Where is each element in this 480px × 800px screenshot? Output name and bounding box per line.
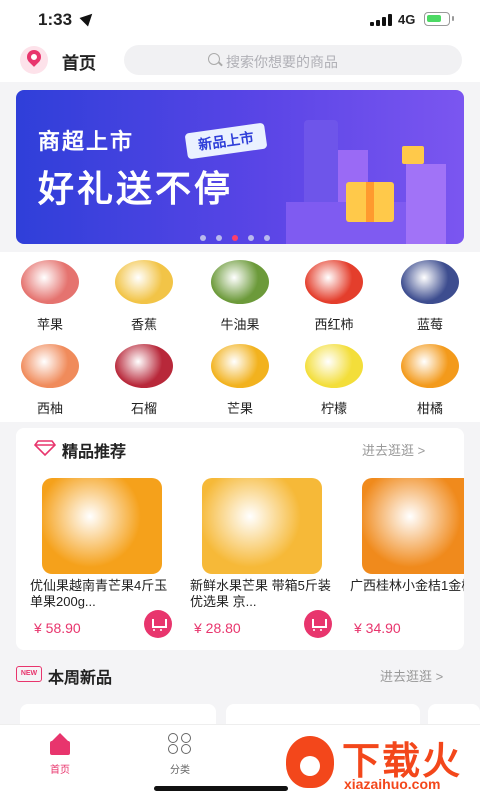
network-type: 4G [398, 12, 416, 27]
lemon-icon [305, 344, 363, 388]
category-label: 西柚 [36, 401, 63, 416]
category-label: 西红柿 [314, 317, 354, 332]
carousel-dot[interactable] [264, 235, 270, 241]
category-label: 蓝莓 [416, 317, 443, 332]
product-price: ¥ 58.90 [34, 620, 81, 636]
apple-icon [21, 260, 79, 304]
promo-banner[interactable]: 商超上市 新品上市 好礼送不停 [16, 90, 464, 244]
search-placeholder: 搜索你想要的商品 [226, 54, 338, 70]
blueberry-icon [401, 260, 459, 304]
product-name: 新鲜水果芒果 带箱5斤装优选果 京... [190, 578, 331, 609]
category-pomegranate[interactable]: 石榴 [98, 344, 190, 417]
battery-icon [424, 12, 454, 26]
gift-box-icon [402, 146, 424, 164]
product-card[interactable] [226, 704, 420, 724]
category-label: 芒果 [226, 401, 253, 416]
category-label: 柠檬 [320, 401, 347, 416]
tab-category[interactable]: 分类 [150, 733, 210, 776]
flame-icon [286, 736, 334, 788]
category-label: 苹果 [36, 317, 63, 332]
product-card[interactable] [428, 704, 480, 724]
mango-icon [211, 344, 269, 388]
category-lemon[interactable]: 柠檬 [288, 344, 380, 417]
product-price: ¥ 28.80 [194, 620, 241, 636]
carousel-dot[interactable] [216, 235, 222, 241]
category-tangerine[interactable]: 柑橘 [384, 344, 476, 417]
page-title: 首页 [62, 54, 96, 73]
add-to-cart-button[interactable] [304, 610, 332, 638]
category-mango[interactable]: 芒果 [194, 344, 286, 417]
tomato-icon [305, 260, 363, 304]
product-image-orange [42, 478, 162, 574]
location-arrow-icon [79, 9, 97, 27]
category-banana[interactable]: 香蕉 [98, 260, 190, 333]
product-card[interactable] [20, 704, 216, 724]
watermark-logo: 下载火 xiazaihuo.com [286, 728, 476, 798]
category-apple[interactable]: 苹果 [4, 260, 96, 333]
carousel-dot[interactable] [248, 235, 254, 241]
diamond-icon [34, 440, 56, 456]
carousel-dot-active[interactable] [232, 235, 238, 241]
category-label: 牛油果 [220, 317, 260, 332]
banana-icon [115, 260, 173, 304]
category-blueberry[interactable]: 蓝莓 [384, 260, 476, 333]
new-this-week-section: NEW 本周新品 进去逛逛 > [0, 656, 480, 724]
carousel-dots[interactable] [200, 228, 280, 244]
location-pin-icon[interactable] [20, 46, 48, 74]
product-name: 优仙果越南青芒果4斤玉单果200g... [30, 578, 168, 609]
category-grid: 苹果 香蕉 牛油果 西红柿 蓝莓 西柚 石榴 芒果 柠檬 柑橘 [0, 252, 480, 422]
home-icon [48, 733, 72, 755]
banner-slogan: 好礼送不停 [38, 168, 234, 209]
category-label: 香蕉 [130, 317, 157, 332]
avocado-icon [211, 260, 269, 304]
watermark-url: xiazaihuo.com [344, 776, 441, 792]
search-icon [208, 53, 220, 65]
new-this-week-more-link[interactable]: 进去逛逛 > [380, 666, 443, 685]
featured-section: 精品推荐 进去逛逛 > 优仙果越南青芒果4斤玉单果200g... ¥ 58.90… [16, 428, 464, 650]
tab-label: 首页 [50, 765, 70, 776]
product-card[interactable]: 广西桂林小金桔1金桔1斤装 ¥ 34.90 [350, 478, 464, 636]
banner-headline: 商超上市 [38, 129, 135, 154]
featured-more-link[interactable]: 进去逛逛 > [362, 440, 425, 459]
new-this-week-title: 本周新品 [48, 670, 113, 687]
new-badge: NEW [16, 666, 42, 682]
category-label: 石榴 [130, 401, 157, 416]
tab-label: 分类 [170, 765, 190, 776]
category-avocado[interactable]: 牛油果 [194, 260, 286, 333]
product-image-mango [202, 478, 322, 574]
add-to-cart-button[interactable] [144, 610, 172, 638]
category-grapefruit[interactable]: 西柚 [4, 344, 96, 417]
top-header: 首页 搜索你想要的商品 [0, 38, 480, 82]
status-time: 1:33 [38, 10, 73, 29]
status-bar: 1:33 4G [0, 0, 480, 38]
category-icon [168, 733, 192, 755]
category-label: 柑橘 [416, 401, 443, 416]
product-card[interactable]: 新鲜水果芒果 带箱5斤装优选果 京... ¥ 28.80 [190, 478, 338, 638]
featured-title: 精品推荐 [62, 444, 127, 461]
signal-icon [370, 14, 392, 26]
pomegranate-icon [115, 344, 173, 388]
gift-box-icon [346, 182, 394, 222]
home-indicator[interactable] [154, 786, 288, 791]
product-name: 广西桂林小金桔1金桔1斤装 [350, 578, 464, 593]
banner-tag: 新品上市 [184, 122, 268, 160]
product-image-kumquat [362, 478, 464, 574]
tab-home[interactable]: 首页 [30, 733, 90, 776]
grapefruit-icon [21, 344, 79, 388]
category-tomato[interactable]: 西红柿 [288, 260, 380, 333]
search-input[interactable]: 搜索你想要的商品 [124, 45, 462, 75]
tangerine-icon [401, 344, 459, 388]
product-card[interactable]: 优仙果越南青芒果4斤玉单果200g... ¥ 58.90 [30, 478, 178, 638]
carousel-dot[interactable] [200, 235, 206, 241]
product-price: ¥ 34.90 [354, 620, 401, 636]
